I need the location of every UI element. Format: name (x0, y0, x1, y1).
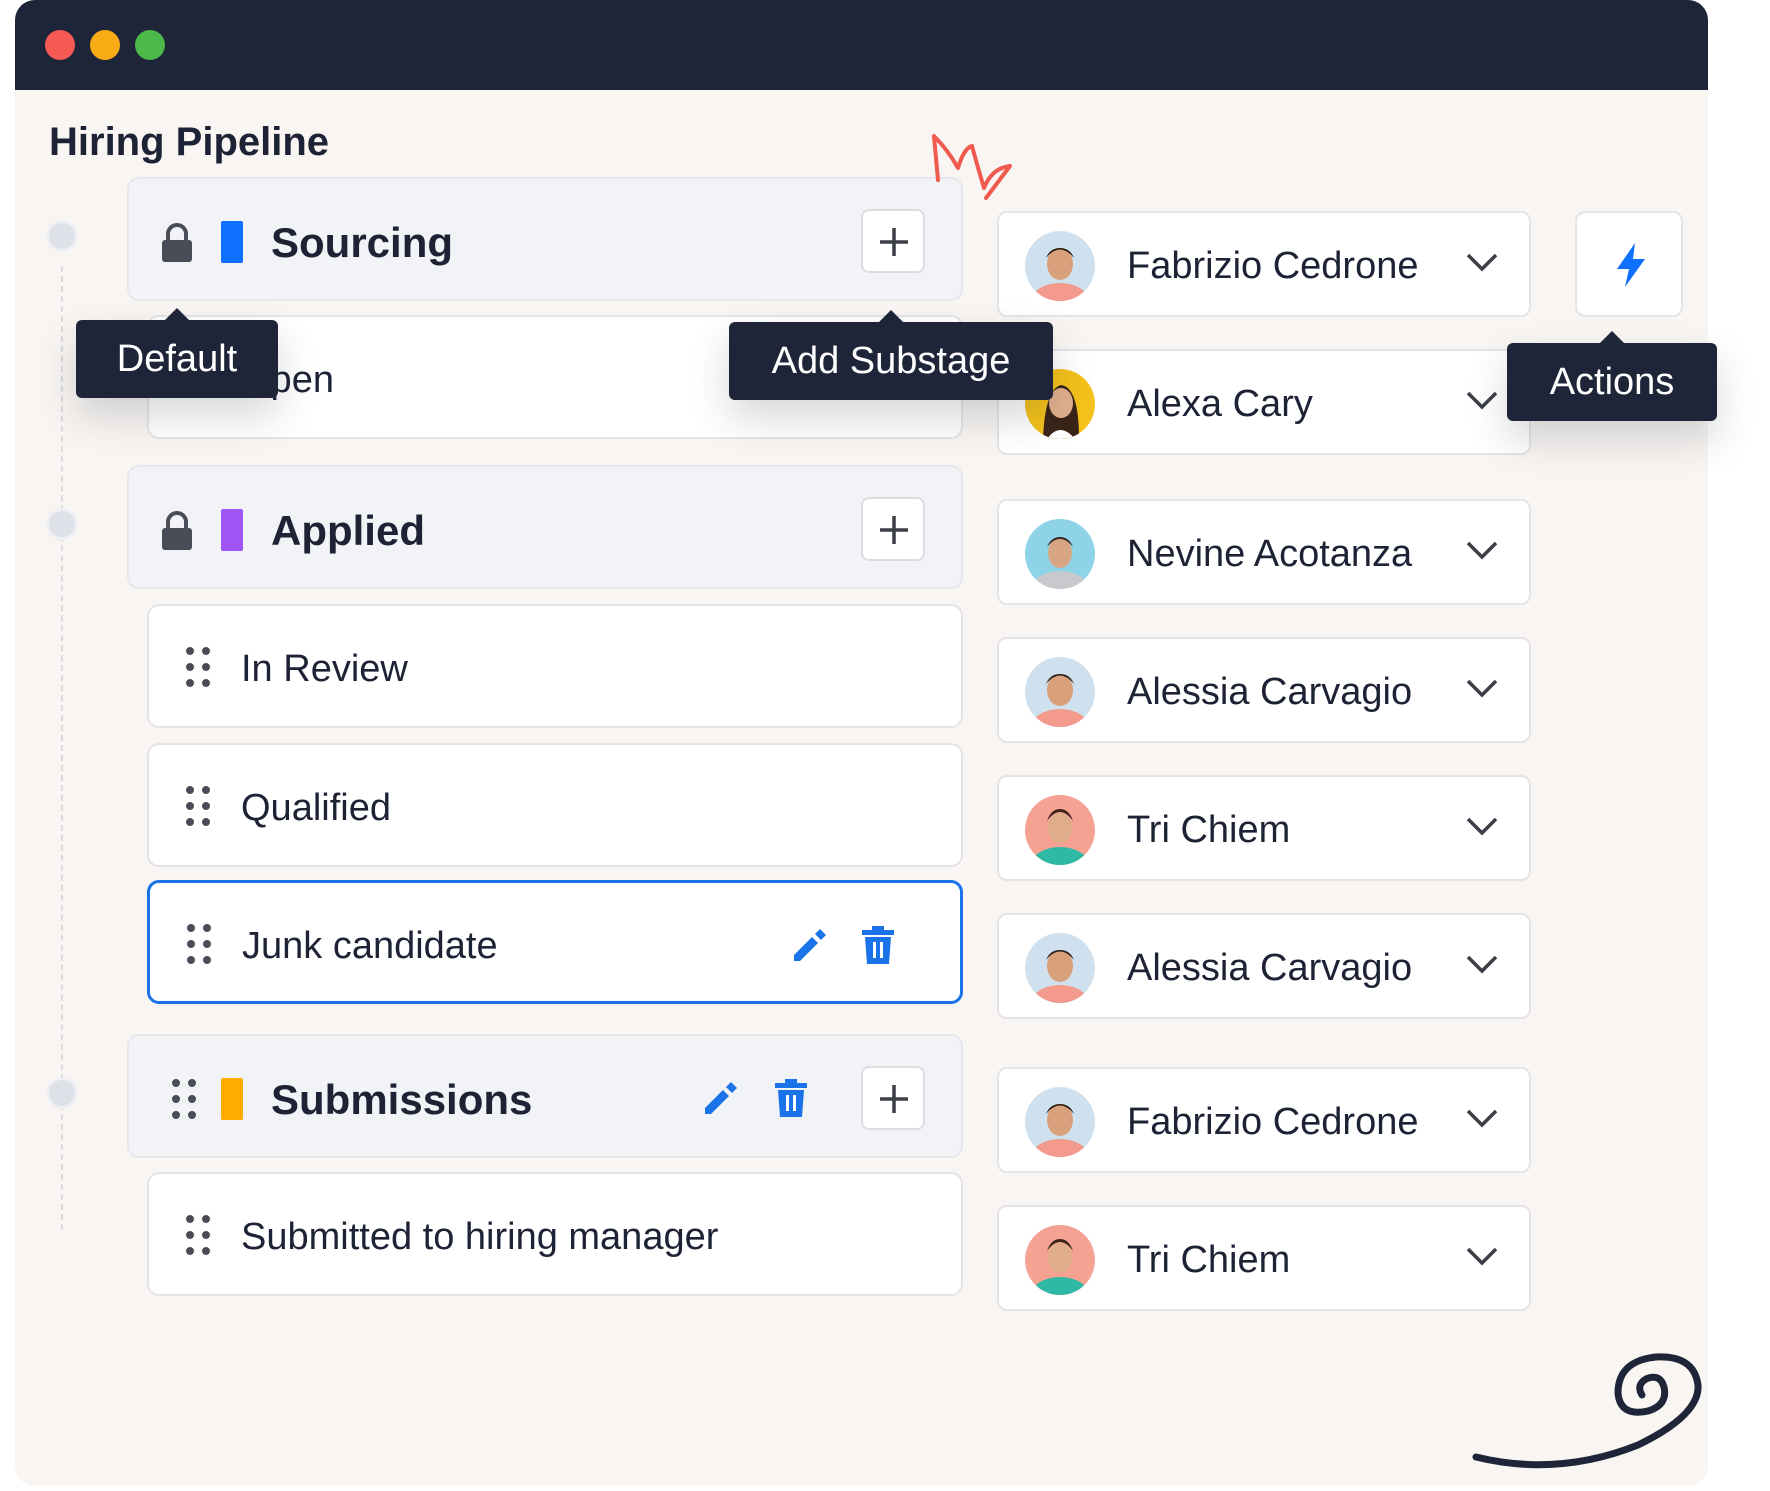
tooltip-add-substage: Add Substage (729, 310, 1053, 400)
assignee-select-in-review[interactable]: Alessia Carvagio (997, 637, 1531, 743)
trash-icon[interactable] (771, 1078, 811, 1118)
lock-icon (162, 511, 192, 550)
chevron-down-icon (1466, 817, 1498, 836)
assignee-name: Tri Chiem (1127, 809, 1291, 851)
plus-icon (880, 228, 908, 256)
assignee-select-junk-candidate[interactable]: Alessia Carvagio (997, 913, 1531, 1019)
maximize-window-button[interactable] (135, 30, 165, 60)
substage-name: In Review (241, 648, 408, 690)
drag-handle-icon[interactable] (171, 1078, 197, 1120)
assignee-name: Alessia Carvagio (1127, 947, 1413, 989)
stage-name: Submissions (271, 1076, 533, 1123)
timeline-node-submissions (46, 1077, 78, 1109)
close-window-button[interactable] (45, 30, 75, 60)
lightning-icon (1617, 243, 1645, 287)
assignee-name: Alexa Cary (1127, 383, 1313, 425)
tooltip-default: Default (76, 308, 278, 398)
chevron-down-icon (1466, 955, 1498, 974)
drag-handle-icon[interactable] (185, 1214, 211, 1256)
chevron-down-icon (1466, 253, 1498, 272)
timeline-node-applied (46, 508, 78, 540)
substage-card-qualified[interactable]: Qualified (147, 743, 963, 867)
stage-color-bar (221, 221, 243, 263)
avatar (1025, 1087, 1095, 1157)
assignee-name: Tri Chiem (1127, 1239, 1291, 1281)
assignee-select-submissions[interactable]: Fabrizio Cedrone (997, 1067, 1531, 1173)
add-substage-button[interactable] (861, 209, 925, 273)
substage-card-submitted-to-hiring-manager[interactable]: Submitted to hiring manager (147, 1172, 963, 1296)
assignee-select-sourcing[interactable]: Fabrizio Cedrone (997, 211, 1531, 317)
substage-card-in-review[interactable]: In Review (147, 604, 963, 728)
tooltip-actions: Actions (1507, 331, 1717, 421)
assignee-name: Fabrizio Cedrone (1127, 245, 1419, 287)
avatar (1025, 933, 1095, 1003)
window-titlebar (15, 0, 1708, 90)
plus-icon (880, 1085, 908, 1113)
stage-color-bar (221, 509, 243, 551)
assignee-select-applied[interactable]: Nevine Acotanza (997, 499, 1531, 605)
assignee-select-open[interactable]: Alexa Cary (997, 349, 1531, 455)
drag-handle-icon[interactable] (186, 923, 212, 965)
assignee-select-qualified[interactable]: Tri Chiem (997, 775, 1531, 881)
chevron-down-icon (1466, 679, 1498, 698)
substage-name: Junk candidate (242, 925, 498, 967)
plus-icon (880, 516, 908, 544)
add-substage-button[interactable] (861, 497, 925, 561)
stage-color-bar (221, 1078, 243, 1120)
chevron-down-icon (1466, 1247, 1498, 1266)
assignee-name: Fabrizio Cedrone (1127, 1101, 1419, 1143)
substage-name: Qualified (241, 787, 391, 829)
stage-card-submissions[interactable]: Submissions (127, 1034, 963, 1158)
substage-name: Submitted to hiring manager (241, 1216, 719, 1258)
stage-card-applied[interactable]: Applied (127, 465, 963, 589)
decorative-swirl-icon (1472, 1353, 1702, 1469)
edit-icon[interactable] (701, 1078, 741, 1118)
avatar (1025, 795, 1095, 865)
page-title: Hiring Pipeline (49, 120, 330, 164)
chevron-down-icon (1466, 1109, 1498, 1128)
minimize-window-button[interactable] (90, 30, 120, 60)
assignee-name: Alessia Carvagio (1127, 671, 1413, 713)
avatar (1025, 519, 1095, 589)
actions-button[interactable] (1575, 211, 1683, 317)
add-substage-button[interactable] (861, 1066, 925, 1130)
lock-icon (162, 223, 192, 262)
app-window: Hiring Pipeline Sourcing Open Applied In… (15, 0, 1708, 1486)
chevron-down-icon (1466, 391, 1498, 410)
trash-icon[interactable] (858, 925, 898, 965)
drag-handle-icon[interactable] (185, 785, 211, 827)
stage-card-sourcing[interactable]: Sourcing (127, 177, 963, 301)
stage-name: Applied (271, 507, 425, 554)
decorative-scribble-icon (932, 134, 1012, 200)
avatar (1025, 231, 1095, 301)
chevron-down-icon (1466, 541, 1498, 560)
edit-icon[interactable] (790, 925, 830, 965)
assignee-name: Nevine Acotanza (1127, 533, 1413, 575)
drag-handle-icon[interactable] (185, 646, 211, 688)
substage-card-junk-candidate[interactable]: Junk candidate (147, 880, 963, 1004)
assignee-select-submitted-to-hiring-manager[interactable]: Tri Chiem (997, 1205, 1531, 1311)
avatar (1025, 1225, 1095, 1295)
timeline-node-sourcing (46, 220, 78, 252)
stage-name: Sourcing (271, 219, 454, 266)
avatar (1025, 657, 1095, 727)
